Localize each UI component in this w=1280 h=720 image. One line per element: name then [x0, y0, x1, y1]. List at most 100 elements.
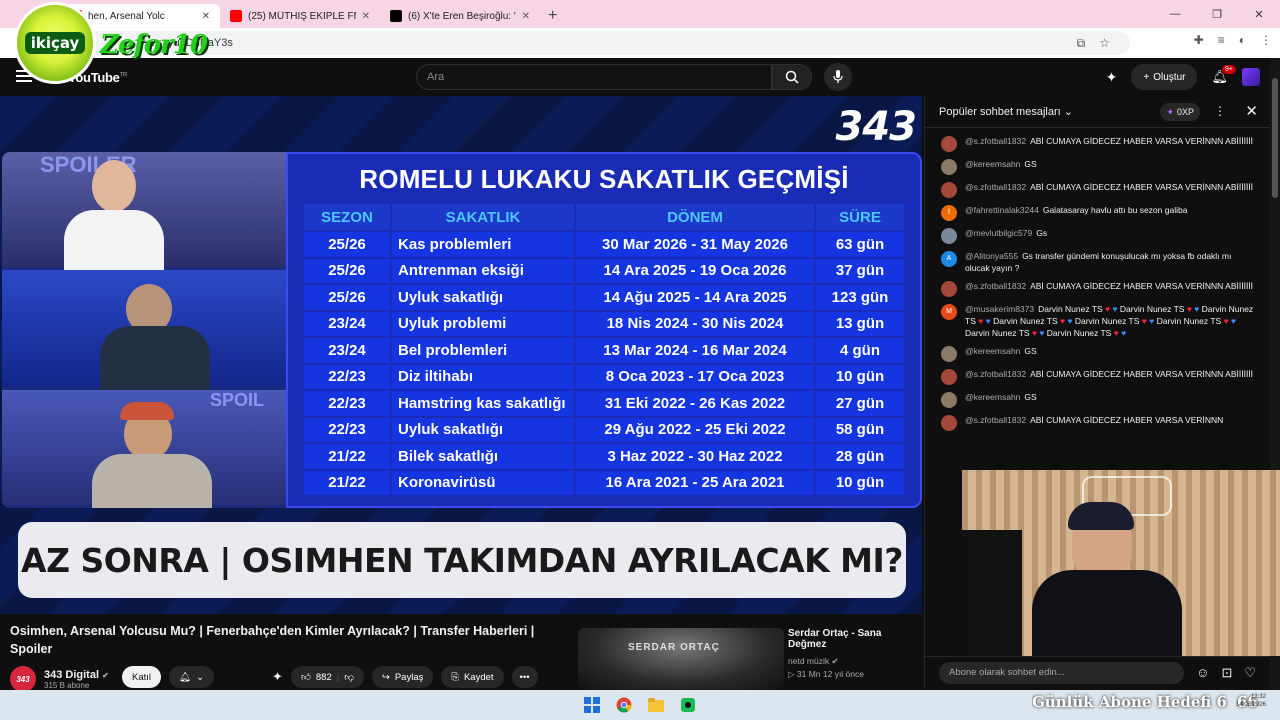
avatar[interactable]: A: [941, 251, 957, 267]
chat-mode-dropdown[interactable]: Popüler sohbet mesajları ⌄: [939, 105, 1073, 118]
heart-icon[interactable]: ♡: [1244, 665, 1256, 681]
table-cell: 23/24: [304, 311, 390, 336]
table-row: 22/23 Hamstring kas sakatlığı 31 Eki 2022 …: [304, 391, 904, 416]
chat-message[interactable]: @s.zfotball1832 ABİ CUMAYA GİDECEZ HABER …: [925, 178, 1270, 201]
close-tab-icon[interactable]: ✕: [362, 11, 370, 22]
save-label: Kaydet: [463, 671, 494, 683]
xp-badge[interactable]: ✦ 0XP: [1160, 103, 1200, 121]
chat-message[interactable]: f @fahrettinalak3244 Galatasaray havlu att…: [925, 201, 1270, 224]
share-button[interactable]: ↪ Paylaş: [371, 666, 434, 688]
chat-message[interactable]: @s.zfotball1832 ABİ CUMAYA GİDECEZ HABER …: [925, 132, 1270, 155]
avatar[interactable]: [941, 136, 957, 152]
chat-author[interactable]: @s.zfotball1832: [965, 369, 1026, 379]
browser-tab-3[interactable]: (6) X'te Eren Beşiroğlu: "YENİ S ✕: [380, 4, 540, 28]
browser-tab-2[interactable]: (25) MÜTHİŞ EKİPLE FM DRAFT ✕: [220, 4, 380, 28]
subscribe-bell-button[interactable]: 🔔︎ ⌄: [169, 666, 215, 688]
chat-message[interactable]: @kereemsahn GS: [925, 342, 1270, 365]
super-chat-icon[interactable]: ⊡: [1221, 665, 1232, 681]
avatar[interactable]: [941, 392, 957, 408]
chat-message[interactable]: @s.zfotball1832 ABİ CUMAYA GİDECEZ HABER …: [925, 277, 1270, 300]
chat-author[interactable]: @kereemsahn: [965, 159, 1020, 169]
install-icon[interactable]: ⧉: [1077, 36, 1086, 51]
host-cam-3: SPOIL: [2, 390, 286, 508]
chat-message[interactable]: @kereemsahn GS: [925, 155, 1270, 178]
maximize-icon[interactable]: ❐: [1196, 0, 1238, 28]
table-row: 21/22 Koronavirüsü 16 Ara 2021 - 25 Ara 20…: [304, 470, 904, 495]
avatar[interactable]: M: [941, 304, 957, 320]
like-button[interactable]: 👍︎ 882 | 👎︎: [290, 666, 364, 688]
chat-more-icon[interactable]: ⋮: [1214, 104, 1226, 118]
chat-input[interactable]: Abone olarak sohbet edin...: [939, 661, 1185, 684]
red-heart-icon: ♥: [1111, 328, 1122, 338]
chat-message[interactable]: @mevlutbilgic579 Gs: [925, 224, 1270, 247]
studio-icon[interactable]: ✦: [272, 669, 283, 685]
app-icon[interactable]: [677, 694, 699, 716]
search-input[interactable]: Ara: [416, 64, 772, 90]
avatar[interactable]: [941, 415, 957, 431]
thumbs-down-icon[interactable]: 👎︎: [344, 671, 354, 683]
chat-author[interactable]: @fahrettinalak3244: [965, 205, 1039, 215]
file-explorer-icon[interactable]: [645, 694, 667, 716]
create-button[interactable]: + Oluştur: [1131, 64, 1198, 90]
extensions-icon[interactable]: ✚: [1194, 33, 1204, 47]
close-tab-icon[interactable]: ✕: [522, 11, 530, 22]
column-header: SAKATLIK: [392, 204, 574, 230]
chat-author[interactable]: @musakerim8373: [965, 304, 1034, 314]
table-cell: 21/22: [304, 444, 390, 469]
chat-author[interactable]: @kereemsahn: [965, 346, 1020, 356]
join-button[interactable]: Katıl: [122, 666, 162, 688]
chat-author[interactable]: @Alitonya555: [965, 251, 1018, 261]
notifications-button[interactable]: 🔔︎ 9+: [1211, 65, 1236, 85]
bookmark-star-icon[interactable]: ☆: [1099, 36, 1110, 51]
avatar[interactable]: [941, 228, 957, 244]
channel-name[interactable]: 343 Digital ✔: [44, 669, 109, 681]
chat-author[interactable]: @s.zfotball1832: [965, 281, 1026, 291]
recommended-info[interactable]: Serdar Ortaç - Sana Değmez netd müzik ✔ …: [788, 628, 922, 680]
avatar[interactable]: [941, 182, 957, 198]
voice-search-button[interactable]: [824, 63, 852, 91]
chat-author[interactable]: @s.zfotball1832: [965, 136, 1026, 146]
chat-message[interactable]: @kereemsahn GS: [925, 388, 1270, 411]
chat-message[interactable]: @s.zfotball1832 ABİ CUMAYA GİDECEZ HABER …: [925, 411, 1270, 434]
chat-message[interactable]: @s.zfotball1832 ABİ CUMAYA GİDECEZ HABER …: [925, 365, 1270, 388]
windows-start-icon[interactable]: [581, 694, 603, 716]
close-chat-icon[interactable]: ✕: [1245, 102, 1258, 120]
tab-title: (6) X'te Eren Beşiroğlu: "YENİ S: [408, 10, 516, 22]
chrome-icon[interactable]: [613, 694, 635, 716]
channel-avatar[interactable]: 343: [10, 666, 36, 692]
chat-message-body: @Alitonya555 Gs transfer gündemi konuşulu…: [965, 250, 1254, 274]
avatar[interactable]: [941, 281, 957, 297]
profile-icon[interactable]: ◐: [1239, 33, 1246, 47]
browser-menu-icon[interactable]: ⋮: [1260, 33, 1272, 47]
scrollbar-thumb[interactable]: [1272, 78, 1278, 198]
chat-message[interactable]: A @Alitonya555 Gs transfer gündemi konuşul…: [925, 247, 1270, 277]
table-title: ROMELU LUKAKU SAKATLIK GEÇMİŞİ: [359, 164, 849, 194]
avatar[interactable]: f: [941, 205, 957, 221]
media-icon[interactable]: ≡: [1218, 33, 1225, 47]
avatar[interactable]: [941, 369, 957, 385]
red-heart-icon: ♥: [975, 316, 986, 326]
avatar[interactable]: [941, 159, 957, 175]
video-player[interactable]: 343 SPOILER SPOIL ROMELU LUKAKU SAKATLIK…: [0, 96, 922, 614]
chat-author[interactable]: @mevlutbilgic579: [965, 228, 1032, 238]
chat-message[interactable]: M @musakerim8373 Darvin Nunez TS ♥ ♥ Darvi…: [925, 300, 1270, 342]
minimize-icon[interactable]: —: [1154, 0, 1196, 28]
chat-author[interactable]: @s.zfotball1832: [965, 182, 1026, 192]
studio-icon[interactable]: ✦: [1106, 69, 1118, 86]
avatar[interactable]: [941, 346, 957, 362]
close-tab-icon[interactable]: ✕: [202, 11, 210, 22]
chat-author[interactable]: @kereemsahn: [965, 392, 1020, 402]
close-window-icon[interactable]: ✕: [1238, 0, 1280, 28]
emoji-icon[interactable]: ☺: [1196, 665, 1209, 680]
save-button[interactable]: ⎘ Kaydet: [441, 666, 504, 688]
chat-author[interactable]: @s.zfotball1832: [965, 415, 1026, 425]
url-field[interactable]: v=_yudDuNaY3s: [60, 31, 1130, 55]
chat-text: Darvin Nunez TS: [1046, 328, 1112, 338]
avatar[interactable]: [1242, 68, 1260, 86]
new-tab-icon[interactable]: +: [540, 4, 565, 28]
search-button[interactable]: [772, 64, 812, 90]
thumbnail-image: [578, 628, 784, 690]
recommended-thumbnail[interactable]: SERDAR ORTAÇ: [578, 628, 784, 690]
more-actions-button[interactable]: •••: [511, 666, 538, 688]
channel-watermark: 343: [835, 104, 917, 150]
